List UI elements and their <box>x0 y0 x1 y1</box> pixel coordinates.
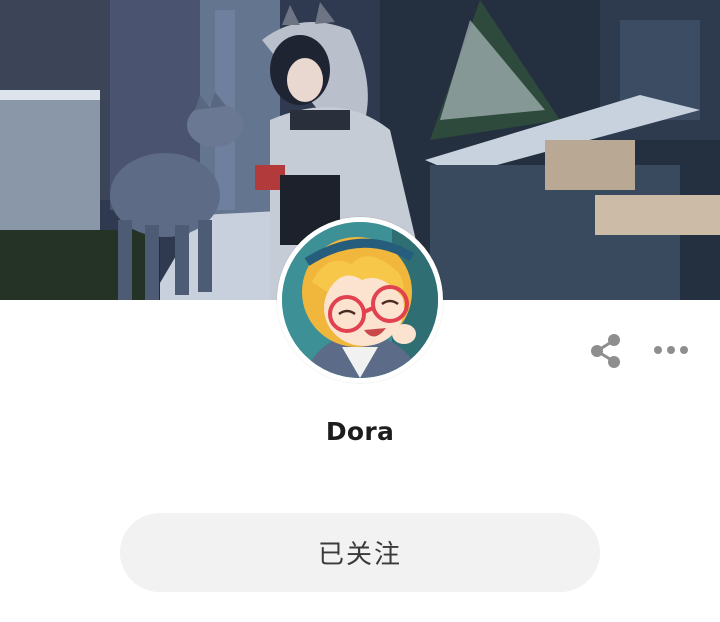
avatar-image[interactable] <box>282 222 438 378</box>
share-icon[interactable] <box>586 331 626 371</box>
following-button[interactable]: 已关注 <box>120 513 600 592</box>
avatar[interactable] <box>277 217 443 383</box>
username: Dora <box>325 417 395 446</box>
following-label: 已关注 <box>317 539 402 569</box>
more-options-icon[interactable] <box>650 337 692 363</box>
